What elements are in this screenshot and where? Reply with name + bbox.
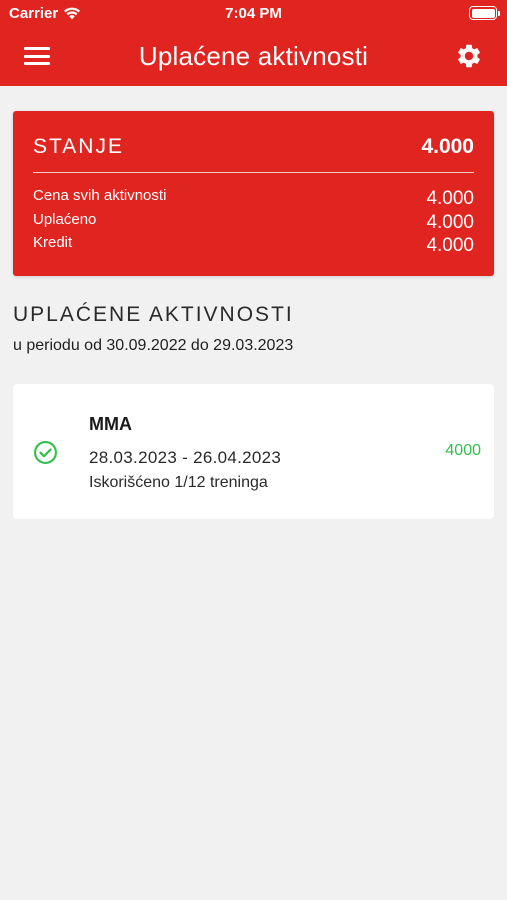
gear-icon[interactable] <box>455 42 483 70</box>
section-title: UPLAĆENE AKTIVNOSTI <box>13 303 294 326</box>
balance-row-credit: Kredit 4.000 <box>33 234 474 258</box>
balance-row-label: Uplaćeno <box>33 210 97 228</box>
status-bar: Carrier 7:04 PM <box>0 0 507 28</box>
activity-price: 4000 <box>445 442 481 459</box>
activity-dates: 28.03.2023 - 26.04.2023 <box>89 448 282 467</box>
page-title: Uplaćene aktivnosti <box>138 41 369 71</box>
balance-header: STANJE 4.000 <box>33 133 474 161</box>
check-circle-icon <box>34 441 57 464</box>
battery-icon <box>469 6 500 20</box>
balance-row-value: 4.000 <box>426 211 474 233</box>
balance-divider <box>33 172 474 173</box>
balance-row-paid: Uplaćeno 4.000 <box>33 211 474 235</box>
balance-amount: 4.000 <box>421 135 474 158</box>
balance-row-value: 4.000 <box>426 235 474 256</box>
balance-row-total-price: Cena svih aktivnosti 4.000 <box>33 187 474 211</box>
clock: 7:04 PM <box>225 5 282 22</box>
balance-label: STANJE <box>33 135 124 158</box>
navigation-bar: Uplaćene aktivnosti <box>0 28 507 86</box>
balance-card: STANJE 4.000 Cena svih aktivnosti 4.000 … <box>13 111 494 276</box>
balance-row-value: 4.000 <box>426 188 474 209</box>
activity-name: MMA <box>89 414 132 434</box>
activity-card[interactable]: MMA 28.03.2023 - 26.04.2023 Iskorišćeno … <box>13 384 494 519</box>
section-period: u periodu od 30.09.2022 do 29.03.2023 <box>13 337 294 354</box>
balance-row-label: Cena svih aktivnosti <box>33 187 167 204</box>
balance-row-label: Kredit <box>33 234 73 251</box>
activity-usage: Iskorišćeno 1/12 treninga <box>89 474 268 491</box>
balance-breakdown: Cena svih aktivnosti 4.000 Uplaćeno 4.00… <box>33 187 474 258</box>
